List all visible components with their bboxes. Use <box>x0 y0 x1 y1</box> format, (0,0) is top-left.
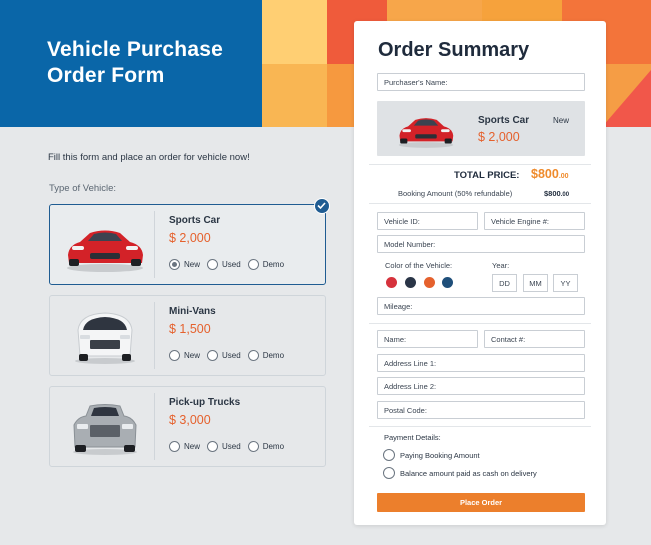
option-label: Demo <box>262 260 285 269</box>
year-yy-input[interactable] <box>553 274 578 292</box>
color-swatch-orange[interactable] <box>424 277 435 288</box>
total-amount: $800 <box>531 167 559 181</box>
condition-demo-option[interactable]: Demo <box>247 259 285 270</box>
color-swatch-red[interactable] <box>386 277 397 288</box>
radio-demo[interactable] <box>247 259 259 270</box>
intro-text: Fill this form and place an order for ve… <box>48 152 250 163</box>
payment-option-label: Paying Booking Amount <box>400 450 480 460</box>
selected-check-icon <box>314 198 330 214</box>
condition-options: New Used Demo <box>169 259 291 270</box>
divider <box>369 323 591 324</box>
vehicle-card-sports-car[interactable]: Sports Car $ 2,000 New Used Demo <box>49 204 326 285</box>
year-mm-input[interactable] <box>523 274 548 292</box>
color-swatch-navy[interactable] <box>405 277 416 288</box>
radio-pay-booking[interactable] <box>383 449 395 461</box>
page-title: Vehicle Purchase Order Form <box>47 38 223 87</box>
vehicle-id-input[interactable] <box>377 212 478 230</box>
place-order-button[interactable]: Place Order <box>377 493 585 512</box>
vehicle-name: Mini-Vans <box>169 306 216 317</box>
vehicle-card-mini-vans[interactable]: Mini-Vans $ 1,500 New Used Demo <box>49 295 326 376</box>
total-price-value: $800.00 <box>531 167 569 181</box>
radio-demo[interactable] <box>247 350 259 361</box>
radio-new[interactable] <box>169 441 180 452</box>
postal-code-input[interactable] <box>377 401 585 419</box>
option-label: Used <box>222 260 241 269</box>
vehicle-engine-input[interactable] <box>484 212 585 230</box>
card-divider <box>154 211 155 278</box>
booking-amount-value: $800.00 <box>544 189 569 198</box>
vehicle-name: Sports Car <box>169 215 221 226</box>
option-label: New <box>184 260 201 269</box>
header-banner: Vehicle Purchase Order Form <box>0 0 262 127</box>
vehicle-name: Pick-up Trucks <box>169 397 241 408</box>
color-swatch-blue[interactable] <box>442 277 453 288</box>
condition-options: New Used Demo <box>169 441 291 452</box>
option-label: Demo <box>262 442 285 451</box>
minivan-icon <box>75 312 135 364</box>
summary-title: Order Summary <box>378 39 530 61</box>
pickup-truck-icon <box>73 404 137 455</box>
card-divider <box>154 393 155 460</box>
condition-new-option[interactable]: New <box>169 441 200 452</box>
summary-vehicle-name: Sports Car <box>478 115 530 126</box>
option-label: Used <box>222 442 241 451</box>
condition-demo-option[interactable]: Demo <box>247 350 285 361</box>
radio-new[interactable] <box>169 259 180 270</box>
sports-car-icon <box>398 118 454 148</box>
radio-demo[interactable] <box>247 441 259 452</box>
condition-used-option[interactable]: Used <box>207 259 241 270</box>
option-label: New <box>184 442 201 451</box>
total-cents: .00 <box>558 173 569 180</box>
divider <box>369 203 591 204</box>
address-line-2-input[interactable] <box>377 377 585 395</box>
condition-used-option[interactable]: Used <box>207 350 241 361</box>
condition-new-option[interactable]: New <box>169 350 200 361</box>
card-divider <box>154 302 155 369</box>
condition-demo-option[interactable]: Demo <box>247 441 285 452</box>
radio-used[interactable] <box>207 441 219 452</box>
option-label: Demo <box>262 351 285 360</box>
vehicle-type-label: Type of Vehicle: <box>49 183 117 194</box>
radio-new[interactable] <box>169 350 180 361</box>
payment-details-label: Payment Details: <box>384 433 441 442</box>
vehicle-price: $ 3,000 <box>169 413 211 427</box>
radio-used[interactable] <box>207 350 219 361</box>
year-label: Year: <box>492 261 510 270</box>
payment-option-booking[interactable]: Paying Booking Amount <box>383 449 480 461</box>
option-label: Used <box>222 351 241 360</box>
divider <box>369 164 591 165</box>
condition-options: New Used Demo <box>169 350 291 361</box>
radio-used[interactable] <box>207 259 219 270</box>
payment-option-cod[interactable]: Balance amount paid as cash on delivery <box>383 467 537 479</box>
total-price-label: TOTAL PRICE: <box>454 170 520 181</box>
vehicle-price: $ 2,000 <box>169 231 211 245</box>
booking-amount-label: Booking Amount (50% refundable) <box>398 189 513 198</box>
name-input[interactable] <box>377 330 478 348</box>
sports-car-icon <box>67 230 143 272</box>
radio-pay-cod[interactable] <box>383 467 395 479</box>
booking-amount: $800 <box>544 189 561 198</box>
booking-cents: .00 <box>560 192 570 198</box>
year-dd-input[interactable] <box>492 274 517 292</box>
condition-used-option[interactable]: Used <box>207 441 241 452</box>
color-label: Color of the Vehicle: <box>385 261 453 270</box>
vehicle-price: $ 1,500 <box>169 322 211 336</box>
summary-condition: New <box>553 116 570 125</box>
divider <box>369 426 591 427</box>
order-summary-panel: Order Summary Sports Car $ 2,000 New TOT… <box>354 21 606 525</box>
payment-option-label: Balance amount paid as cash on delivery <box>400 468 537 478</box>
vehicle-card-pickup-trucks[interactable]: Pick-up Trucks $ 3,000 New Used Demo <box>49 386 326 467</box>
purchaser-name-input[interactable] <box>377 73 585 91</box>
contact-input[interactable] <box>484 330 585 348</box>
mileage-input[interactable] <box>377 297 585 315</box>
option-label: New <box>184 351 201 360</box>
selected-vehicle-summary: Sports Car $ 2,000 New <box>377 101 585 156</box>
address-line-1-input[interactable] <box>377 354 585 372</box>
condition-new-option[interactable]: New <box>169 259 200 270</box>
model-number-input[interactable] <box>377 235 585 253</box>
summary-vehicle-price: $ 2,000 <box>478 130 520 144</box>
